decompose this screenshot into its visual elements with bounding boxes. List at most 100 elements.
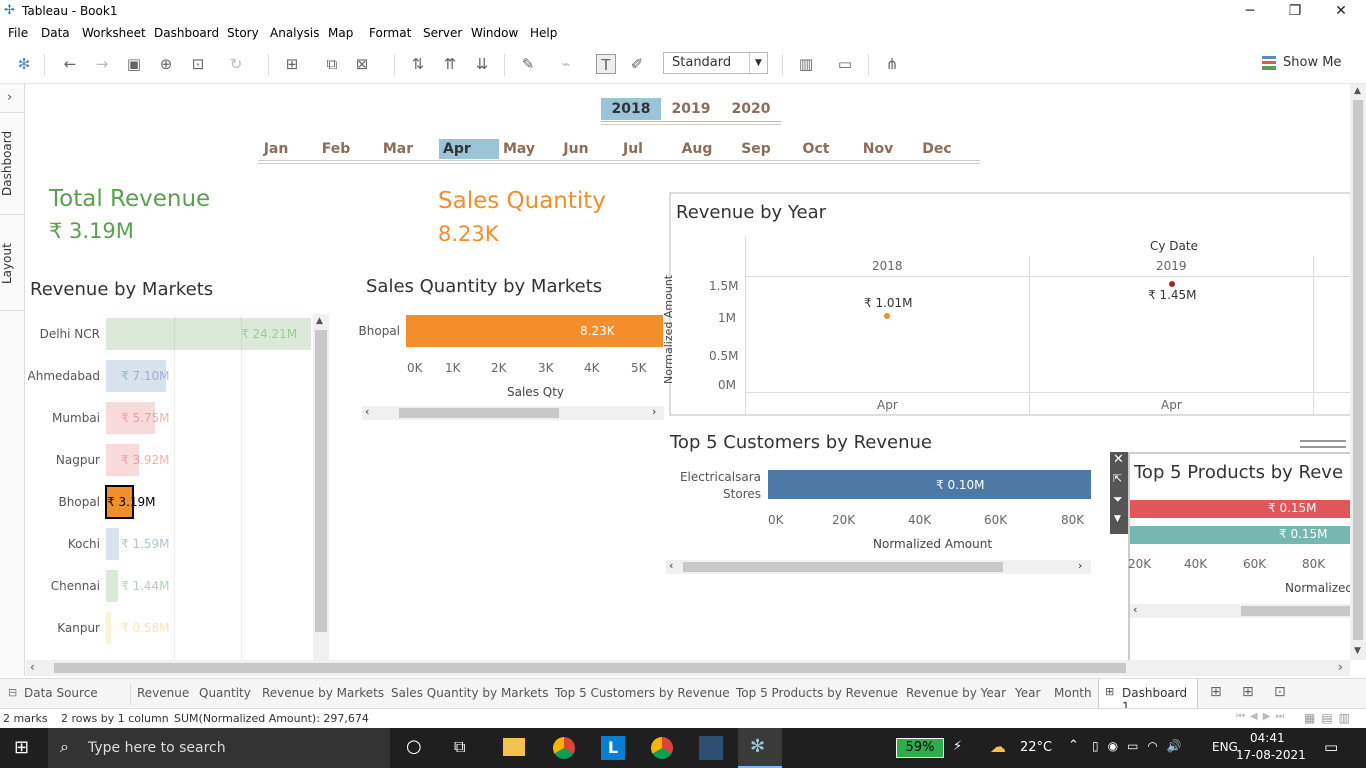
customer-bar[interactable] bbox=[768, 470, 1091, 499]
chrome-icon[interactable] bbox=[553, 737, 575, 759]
tray-icons[interactable]: ▯◉▭◠🔊 bbox=[1092, 739, 1191, 753]
month-button-oct[interactable]: Oct bbox=[786, 139, 846, 159]
show-me-button[interactable]: Show Me bbox=[1283, 55, 1341, 70]
menu-server[interactable]: Server bbox=[423, 26, 462, 40]
month-button-feb[interactable]: Feb bbox=[306, 139, 366, 159]
duplicate-sheet-icon[interactable]: ⧉ bbox=[322, 54, 342, 74]
customers-h-scrollbar[interactable]: ‹ › bbox=[666, 559, 1091, 574]
scroll-left-icon[interactable]: ‹ bbox=[30, 660, 35, 674]
tab-revenue-by-markets[interactable]: Revenue by Markets bbox=[262, 686, 384, 700]
month-button-may[interactable]: May bbox=[489, 139, 549, 159]
tab-sales-qty-by-markets[interactable]: Sales Quantity by Markets bbox=[391, 686, 548, 700]
taskbar-search-box[interactable]: ⌕ Type here to search bbox=[48, 728, 390, 768]
scroll-thumb[interactable] bbox=[315, 330, 327, 632]
menu-dashboard[interactable]: Dashboard bbox=[154, 26, 219, 40]
scroll-left-icon[interactable]: ‹ bbox=[365, 405, 369, 418]
cortana-icon[interactable]: ○ bbox=[406, 736, 422, 757]
tab-quantity[interactable]: Quantity bbox=[199, 686, 251, 700]
qty-bar-bhopal[interactable] bbox=[406, 315, 663, 347]
scroll-right-icon[interactable]: › bbox=[1338, 660, 1343, 674]
menu-map[interactable]: Map bbox=[328, 26, 353, 40]
market-bar[interactable] bbox=[106, 612, 111, 644]
more-options-icon[interactable]: ▼ bbox=[1114, 514, 1121, 524]
sheet-nav-icons[interactable]: ⏮◀▶⏭ bbox=[1236, 711, 1289, 722]
products-h-scrollbar[interactable]: ‹ bbox=[1130, 603, 1350, 618]
new-worksheet-icon[interactable]: ⊞ bbox=[282, 54, 302, 74]
qty-h-scrollbar[interactable]: ‹ › bbox=[362, 405, 664, 420]
tab-top-products[interactable]: Top 5 Products by Revenue bbox=[736, 686, 898, 700]
remove-icon[interactable]: ✕ bbox=[1113, 452, 1124, 467]
month-button-dec[interactable]: Dec bbox=[907, 139, 967, 159]
new-datasource-icon[interactable]: ⊕ bbox=[156, 54, 176, 74]
new-worksheet-tab-icon[interactable]: ⊞ bbox=[1210, 684, 1222, 700]
revenue-markets-scrollbar[interactable]: ▲ bbox=[313, 314, 329, 660]
scroll-left-icon[interactable]: ‹ bbox=[669, 559, 673, 572]
tray-expand-icon[interactable]: ⌃ bbox=[1068, 738, 1079, 753]
fit-dropdown[interactable]: Standard ▼ bbox=[663, 52, 768, 74]
fix-axes-icon[interactable]: ✐ bbox=[627, 54, 647, 74]
group-members-icon[interactable]: ⌁ bbox=[556, 54, 576, 74]
point-2018[interactable] bbox=[884, 313, 890, 319]
month-button-apr[interactable]: Apr bbox=[439, 139, 475, 159]
notification-icon[interactable]: ▭ bbox=[1324, 738, 1338, 756]
tableau-home-icon[interactable]: ✻ bbox=[14, 54, 34, 74]
new-story-tab-icon[interactable]: ⊡ bbox=[1274, 684, 1286, 700]
clock-time[interactable]: 04:41 bbox=[1250, 731, 1285, 745]
file-explorer-icon[interactable] bbox=[503, 738, 525, 756]
tab-top-customers[interactable]: Top 5 Customers by Revenue bbox=[555, 686, 730, 700]
restore-button[interactable]: ❐ bbox=[1285, 2, 1305, 20]
menu-help[interactable]: Help bbox=[530, 26, 557, 40]
share-icon[interactable]: ⋔ bbox=[882, 54, 902, 74]
go-to-sheet-icon[interactable]: ⇱ bbox=[1113, 472, 1122, 485]
tab-dashboard-pane[interactable]: Dashboard bbox=[0, 124, 25, 202]
show-cards-icon[interactable]: ▥ bbox=[796, 54, 816, 74]
menu-story[interactable]: Story bbox=[227, 26, 259, 40]
scroll-right-icon[interactable]: › bbox=[1078, 559, 1082, 572]
view-mode-icons[interactable]: ▦▤▥ bbox=[1304, 711, 1356, 725]
dashboard-h-scrollbar[interactable]: ‹ › bbox=[26, 660, 1350, 676]
tab-dashboard-1-active[interactable]: ⊞ Dashboard 1 bbox=[1098, 679, 1198, 714]
month-button-jun[interactable]: Jun bbox=[546, 139, 606, 159]
market-bar[interactable] bbox=[106, 528, 119, 560]
clock-date[interactable]: 17-08-2021 bbox=[1236, 748, 1306, 762]
app-l-icon[interactable]: L bbox=[601, 736, 625, 760]
tab-revenue[interactable]: Revenue bbox=[137, 686, 189, 700]
menu-format[interactable]: Format bbox=[369, 26, 411, 40]
menu-file[interactable]: File bbox=[8, 26, 28, 40]
scroll-up-icon[interactable]: ▲ bbox=[316, 316, 323, 326]
clear-sheet-icon[interactable]: ⊠ bbox=[352, 54, 372, 74]
save-icon[interactable]: ▣ bbox=[124, 54, 144, 74]
swap-rows-columns-icon[interactable]: ⇅ bbox=[408, 54, 428, 74]
dashboard-v-scrollbar[interactable]: ▲ ▼ bbox=[1350, 84, 1366, 660]
refresh-icon[interactable]: ↻ bbox=[226, 54, 246, 74]
year-button-2019[interactable]: 2019 bbox=[661, 98, 721, 120]
point-2019[interactable] bbox=[1169, 281, 1175, 287]
new-dashboard-tab-icon[interactable]: ⊞ bbox=[1242, 684, 1254, 700]
menu-window[interactable]: Window bbox=[471, 26, 518, 40]
month-button-mar[interactable]: Mar bbox=[368, 139, 428, 159]
scroll-down-icon[interactable]: ▼ bbox=[1354, 646, 1361, 656]
battery-indicator[interactable]: 59% bbox=[896, 738, 944, 758]
language-indicator[interactable]: ENG bbox=[1212, 740, 1238, 754]
market-bar[interactable] bbox=[106, 570, 118, 602]
month-button-jul[interactable]: Jul bbox=[603, 139, 663, 159]
mysql-workbench-icon[interactable] bbox=[699, 736, 723, 760]
year-button-2020[interactable]: 2020 bbox=[721, 98, 781, 120]
windows-start-icon[interactable]: ⊞ bbox=[14, 737, 29, 758]
scroll-right-icon[interactable]: › bbox=[652, 405, 656, 418]
tab-year[interactable]: Year bbox=[1015, 686, 1040, 700]
undo-icon[interactable]: ← bbox=[60, 54, 80, 74]
tab-data-source[interactable]: Data Source bbox=[24, 686, 98, 700]
chrome-profile-icon[interactable] bbox=[651, 737, 673, 759]
tab-layout-pane[interactable]: Layout bbox=[0, 234, 25, 294]
menu-analysis[interactable]: Analysis bbox=[270, 26, 319, 40]
year-button-2018[interactable]: 2018 bbox=[601, 98, 661, 120]
close-window-button[interactable]: ✕ bbox=[1331, 2, 1351, 20]
task-view-icon[interactable]: ⧉ bbox=[454, 737, 465, 757]
expand-panel-icon[interactable]: › bbox=[7, 90, 12, 105]
show-mark-labels-icon[interactable]: T bbox=[596, 54, 616, 74]
presentation-mode-icon[interactable]: ▭ bbox=[835, 54, 855, 74]
tab-month[interactable]: Month bbox=[1054, 686, 1092, 700]
drag-handle-icon[interactable] bbox=[1300, 440, 1346, 448]
month-button-jan[interactable]: Jan bbox=[246, 139, 306, 159]
